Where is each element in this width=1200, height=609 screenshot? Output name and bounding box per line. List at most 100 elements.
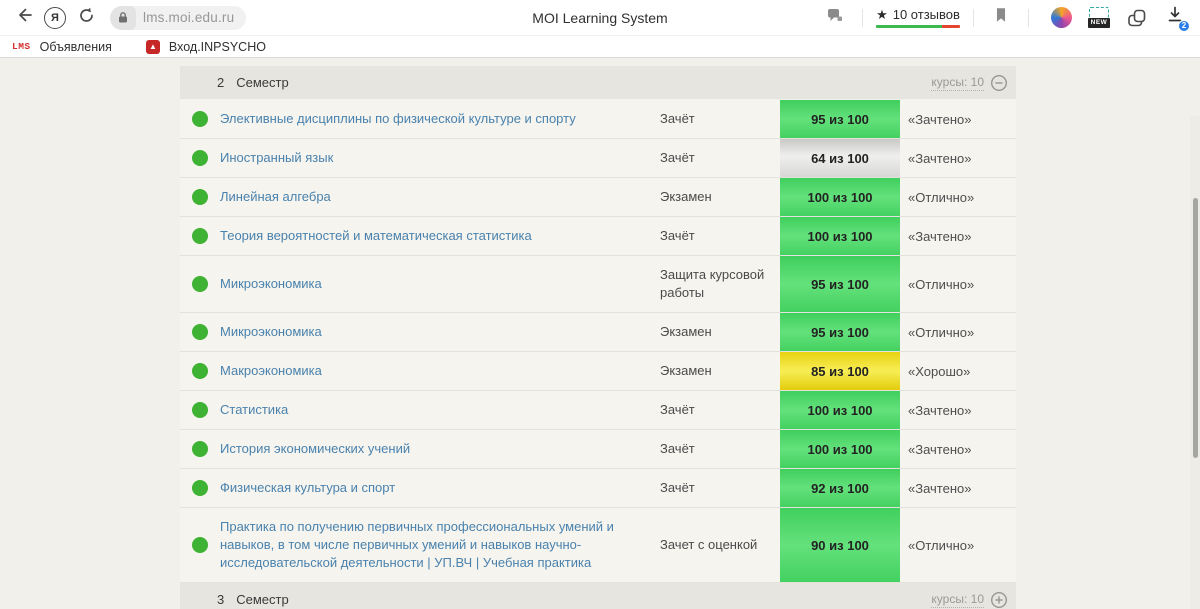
score-badge: 95 из 100	[780, 100, 900, 138]
assessment-type: Зачет с оценкой	[660, 526, 780, 564]
downloads-button[interactable]: 2	[1163, 6, 1187, 30]
bookmark-item-inpsycho[interactable]: ▲ Вход.INPSYCHO	[146, 40, 266, 54]
status-dot-cell	[180, 430, 220, 468]
assessment-type: Зачёт	[660, 100, 780, 138]
feedback-icon	[825, 5, 845, 30]
assessment-type: Экзамен	[660, 352, 780, 390]
lock-icon[interactable]	[110, 6, 136, 30]
divider	[973, 9, 974, 27]
star-icon: ★	[876, 8, 888, 21]
assessment-type: Зачёт	[660, 430, 780, 468]
score-badge: 100 из 100	[780, 430, 900, 468]
course-status-dot	[192, 441, 208, 457]
bookmark-button[interactable]	[987, 4, 1015, 32]
grade-text: «Зачтено»	[900, 471, 1016, 506]
reviews-widget[interactable]: ★ 10 отзывов	[876, 7, 960, 28]
grade-text: «Зачтено»	[900, 432, 1016, 467]
refresh-icon	[77, 6, 96, 30]
cards-extension-icon[interactable]	[1125, 6, 1149, 30]
table-row: СтатистикаЗачёт100 из 100«Зачтено»	[180, 391, 1016, 430]
grade-text: «Зачтено»	[900, 219, 1016, 254]
course-link[interactable]: Макроэкономика	[220, 352, 660, 390]
grade-text: «Отлично»	[900, 180, 1016, 215]
table-row: Теория вероятностей и математическая ста…	[180, 217, 1016, 256]
table-row: МикроэкономикаЗащита курсовой работы95 и…	[180, 256, 1016, 313]
score-badge: 92 из 100	[780, 469, 900, 507]
semester-title: Семестр	[236, 592, 288, 607]
course-status-dot	[192, 324, 208, 340]
status-dot-cell	[180, 391, 220, 429]
bookmark-item-announcements[interactable]: LMS Объявления	[12, 40, 112, 54]
divider	[1028, 9, 1029, 27]
assessment-type: Зачёт	[660, 469, 780, 507]
semester-number: 2	[217, 75, 224, 90]
assessment-type: Защита курсовой работы	[660, 256, 780, 312]
assessment-type: Экзамен	[660, 178, 780, 216]
table-row: Линейная алгебраЭкзамен100 из 100«Отличн…	[180, 178, 1016, 217]
status-dot-cell	[180, 256, 220, 312]
address-bar[interactable]: lms.moi.edu.ru	[110, 6, 246, 30]
course-link[interactable]: Микроэкономика	[220, 313, 660, 351]
courses-expand-control[interactable]: курсы: 10	[931, 591, 1008, 609]
collapse-icon	[990, 74, 1008, 92]
table-row: Физическая культура и спортЗачёт92 из 10…	[180, 469, 1016, 508]
grade-text: «Отлично»	[900, 528, 1016, 563]
status-dot-cell	[180, 469, 220, 507]
url-text: lms.moi.edu.ru	[143, 10, 234, 25]
course-link[interactable]: Иностранный язык	[220, 139, 660, 177]
course-link[interactable]: Физическая культура и спорт	[220, 469, 660, 507]
table-row: МикроэкономикаЭкзамен95 из 100«Отлично»	[180, 313, 1016, 352]
page-title: MOI Learning System	[532, 0, 667, 36]
course-status-dot	[192, 537, 208, 553]
reviews-rating-bar	[876, 25, 960, 28]
course-status-dot	[192, 276, 208, 292]
course-link[interactable]: Микроэкономика	[220, 265, 660, 303]
lms-favicon: LMS	[12, 41, 31, 52]
browser-toolbar: Я lms.moi.edu.ru MOI Learning System ★ 1…	[0, 0, 1200, 36]
back-icon	[14, 5, 34, 30]
course-link[interactable]: Линейная алгебра	[220, 178, 660, 216]
score-badge: 85 из 100	[780, 352, 900, 390]
semester-number: 3	[217, 592, 224, 607]
refresh-button[interactable]	[72, 4, 100, 32]
score-badge: 100 из 100	[780, 217, 900, 255]
bookmark-label: Вход.INPSYCHO	[169, 40, 266, 54]
status-dot-cell	[180, 508, 220, 582]
course-status-dot	[192, 363, 208, 379]
courses-collapse-control[interactable]: курсы: 10	[931, 74, 1008, 92]
course-status-dot	[192, 150, 208, 166]
color-sphere-extension-icon[interactable]	[1049, 6, 1073, 30]
grade-text: «Отлично»	[900, 267, 1016, 302]
course-link[interactable]: История экономических учений	[220, 430, 660, 468]
course-link[interactable]: Теория вероятностей и математическая ста…	[220, 217, 660, 255]
feedback-button[interactable]	[821, 4, 849, 32]
table-row: История экономических ученийЗачёт100 из …	[180, 430, 1016, 469]
inpsycho-favicon: ▲	[146, 40, 160, 54]
score-badge: 64 из 100	[780, 139, 900, 177]
table-row: Иностранный языкЗачёт64 из 100«Зачтено»	[180, 139, 1016, 178]
course-status-dot	[192, 189, 208, 205]
score-badge: 95 из 100	[780, 313, 900, 351]
score-badge: 100 из 100	[780, 178, 900, 216]
download-count-badge: 2	[1178, 20, 1190, 32]
course-link[interactable]: Практика по получению первичных професси…	[220, 508, 660, 582]
yandex-logo-icon[interactable]: Я	[44, 7, 66, 29]
status-dot-cell	[180, 352, 220, 390]
expand-icon	[990, 591, 1008, 609]
grade-text: «Хорошо»	[900, 354, 1016, 389]
status-dot-cell	[180, 217, 220, 255]
course-link[interactable]: Статистика	[220, 391, 660, 429]
course-link[interactable]: Элективные дисциплины по физической куль…	[220, 100, 660, 138]
grade-text: «Отлично»	[900, 315, 1016, 350]
bookmarks-bar: LMS Объявления ▲ Вход.INPSYCHO	[0, 36, 1200, 58]
score-badge: 95 из 100	[780, 256, 900, 312]
course-status-dot	[192, 402, 208, 418]
lms-page: 2 Семестр курсы: 10 Элективные дисциплин…	[0, 58, 1200, 609]
back-button[interactable]	[10, 4, 38, 32]
courses-count-label: курсы: 10	[931, 592, 984, 608]
new-extension-icon[interactable]: NEW	[1087, 6, 1111, 30]
assessment-type: Зачёт	[660, 391, 780, 429]
scrollbar-thumb[interactable]	[1193, 198, 1198, 458]
course-status-dot	[192, 480, 208, 496]
bookmark-label: Объявления	[40, 40, 112, 54]
